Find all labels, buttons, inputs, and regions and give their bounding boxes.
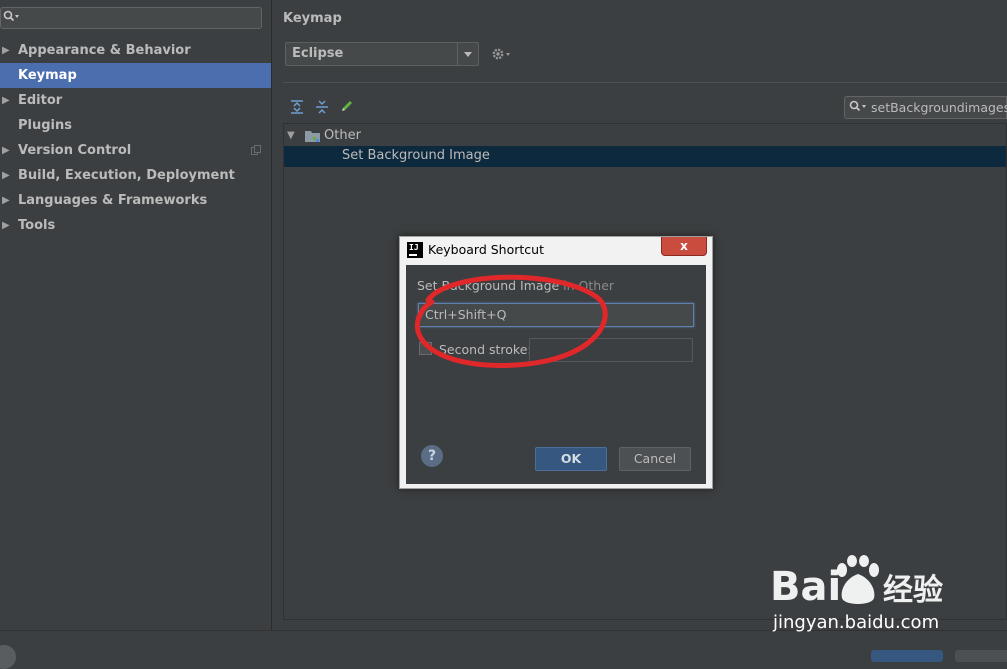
sidebar-item-appearance-behavior[interactable]: ▶ Appearance & Behavior [0,38,271,63]
svg-text:经验: 经验 [883,573,943,608]
sidebar-item-editor[interactable]: ▶ Editor [0,88,271,113]
search-icon [3,10,21,28]
collapse-arrow-icon[interactable]: ▼ [287,130,295,141]
copy-icon [251,144,261,159]
sidebar-search-input[interactable] [0,7,262,29]
watermark-url: jingyan.baidu.com [773,612,940,633]
keymap-search-value: setBackgroundimages [871,100,1007,115]
ok-button[interactable]: OK [535,447,607,471]
expand-all-icon[interactable] [290,99,304,119]
annotation-ellipse [414,274,608,368]
help-button[interactable]: ? [421,445,443,467]
tree-node-other[interactable]: ▼ Other [284,126,1006,146]
sidebar-item-tools[interactable]: ▶ Tools [0,213,271,238]
sidebar-item-label: Keymap [18,68,77,83]
divider [283,82,1007,83]
sidebar-item-languages-frameworks[interactable]: ▶ Languages & Frameworks [0,188,271,213]
sidebar-item-label: Appearance & Behavior [18,43,191,58]
sidebar-item-label: Version Control [18,143,132,158]
folder-icon [305,130,321,147]
baidu-logo: Bai 经验 [770,555,943,610]
chevron-down-icon[interactable] [457,43,478,65]
bottom-button-bar [0,630,1007,659]
cancel-button-main[interactable] [955,650,1007,662]
cancel-button[interactable]: Cancel [619,447,691,471]
ok-button-main[interactable] [871,650,943,662]
keymap-search-input[interactable]: setBackgroundimages [844,96,1007,119]
expand-arrow-icon[interactable]: ▶ [2,188,10,213]
tree-node-label: Other [324,128,361,143]
tree-node-label: Set Background Image [342,148,490,163]
intellij-icon: IJ [407,242,423,258]
sidebar-item-label: Build, Execution, Deployment [18,168,235,183]
sidebar-item-label: Languages & Frameworks [18,193,208,208]
keymap-scheme-value: Eclipse [292,46,344,61]
expand-arrow-icon[interactable]: ▶ [2,88,10,113]
sidebar-item-label: Plugins [18,118,72,133]
sidebar-item-label: Tools [18,218,56,233]
search-icon [849,100,869,118]
svg-text:Bai: Bai [770,564,841,610]
close-icon: x [680,239,688,253]
expand-arrow-icon[interactable]: ▶ [2,138,10,163]
watermark: Bai 经验 jingyan.baidu.com [770,548,950,633]
collapse-all-icon[interactable] [315,99,329,119]
sidebar-item-plugins[interactable]: Plugins [0,113,271,138]
dialog-titlebar[interactable]: IJ Keyboard Shortcut x [400,237,712,263]
sidebar-item-label: Editor [18,93,63,108]
close-button[interactable]: x [661,237,707,256]
page-title: Keymap [283,11,342,26]
help-icon: ? [427,448,437,464]
sidebar-item-keymap[interactable]: Keymap [0,63,271,88]
keymap-scheme-select[interactable]: Eclipse [285,42,479,66]
dialog-title: Keyboard Shortcut [428,242,544,257]
settings-sidebar: ▶ Appearance & Behavior Keymap ▶ Editor … [0,0,272,630]
pencil-icon[interactable] [340,99,354,117]
expand-arrow-icon[interactable]: ▶ [2,213,10,238]
gear-icon[interactable] [491,46,513,66]
expand-arrow-icon[interactable]: ▶ [2,163,10,188]
sidebar-item-build-execution-deployment[interactable]: ▶ Build, Execution, Deployment [0,163,271,188]
tree-node-set-background-image[interactable]: Set Background Image [284,146,1006,167]
expand-arrow-icon[interactable]: ▶ [2,38,10,63]
sidebar-item-version-control[interactable]: ▶ Version Control [0,138,271,163]
